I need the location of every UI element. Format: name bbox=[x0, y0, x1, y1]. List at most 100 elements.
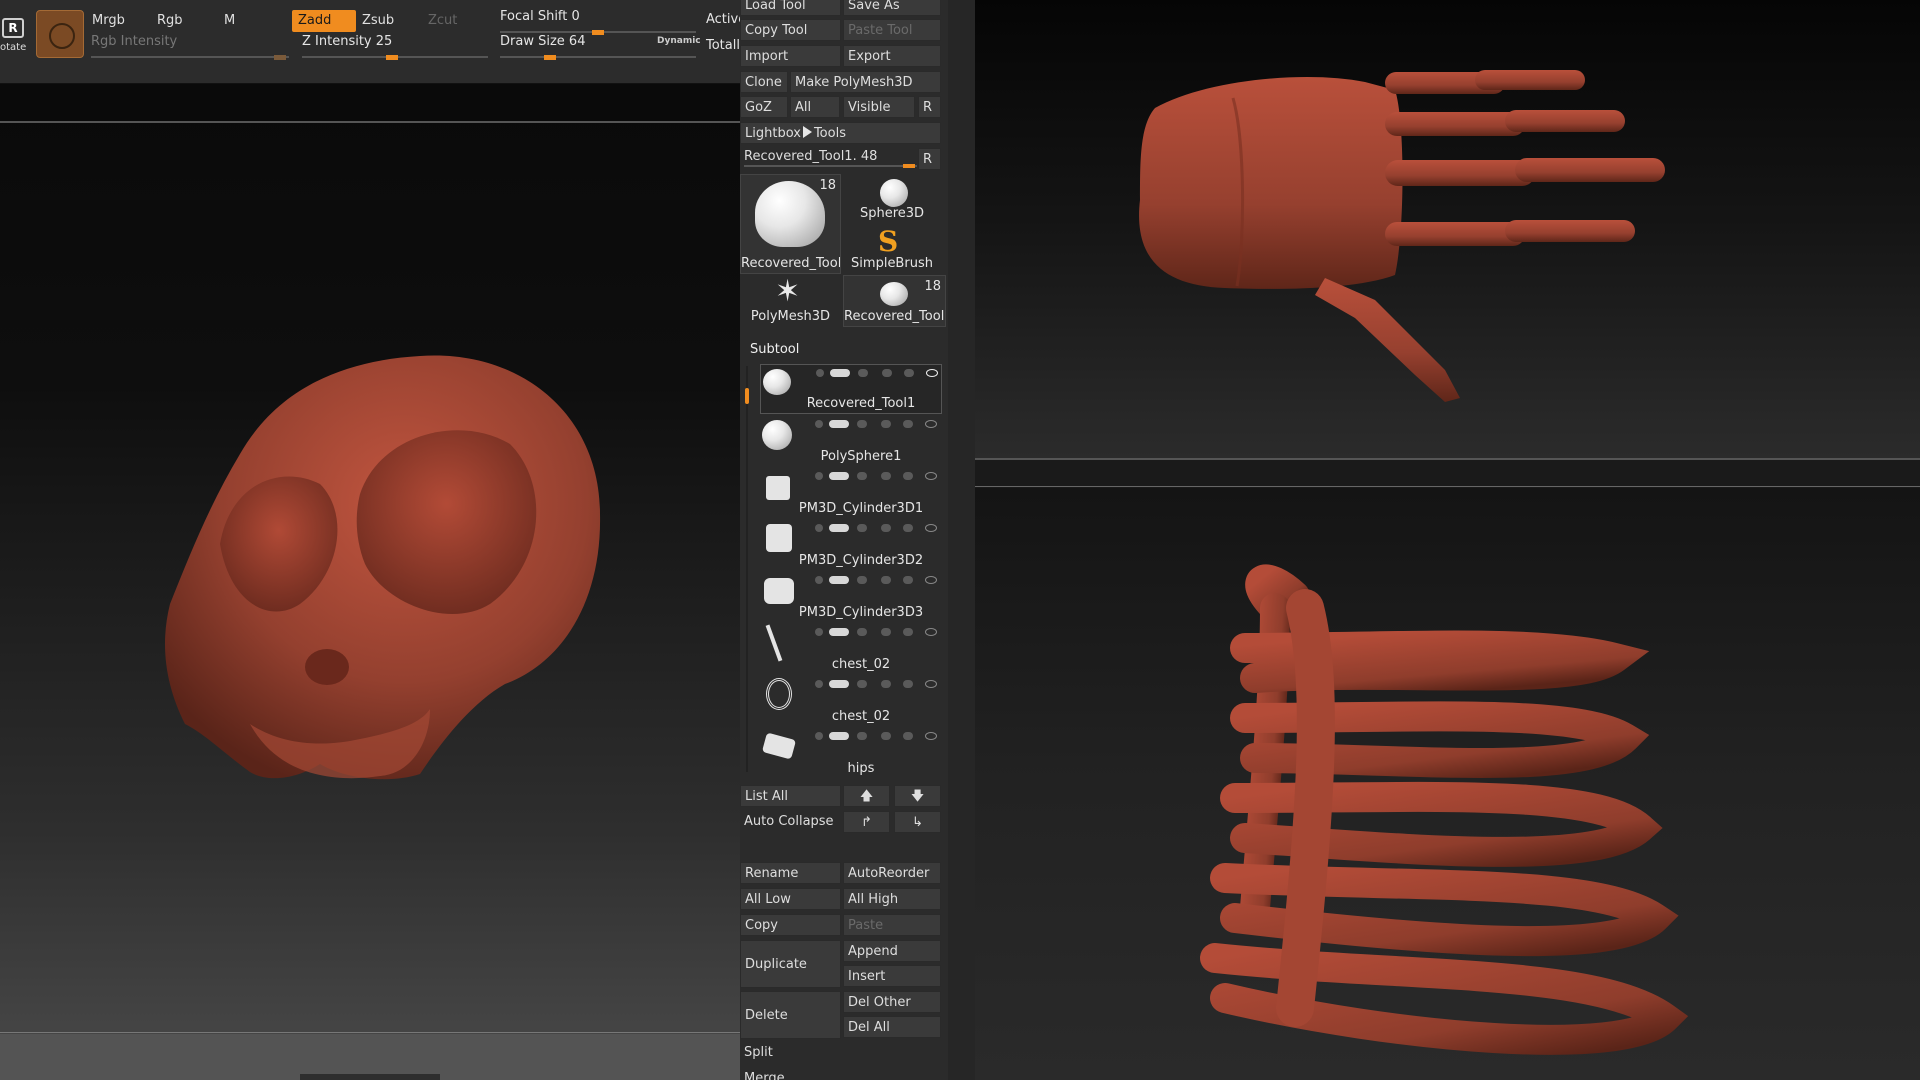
subtool-scrollbar[interactable] bbox=[746, 366, 748, 772]
lightbox-tools-button[interactable]: Lightbox Tools bbox=[740, 122, 941, 144]
subtool-item[interactable]: hips bbox=[760, 728, 942, 778]
mrgb-button[interactable]: Mrgb bbox=[86, 10, 148, 32]
auto-collapse-button[interactable]: Auto Collapse bbox=[740, 811, 841, 833]
rotate-label: otate bbox=[0, 42, 27, 53]
clone-button[interactable]: Clone bbox=[740, 71, 788, 93]
goz-visible-button[interactable]: Visible bbox=[843, 96, 915, 118]
goz-r-button[interactable]: R bbox=[918, 96, 941, 118]
focal-shift-slider[interactable]: Focal Shift 0 bbox=[500, 9, 696, 35]
split-button[interactable]: Split bbox=[740, 1042, 941, 1064]
top-toolbar: R otate Mrgb Rgb M Zadd Zsub Zcut Rgb In… bbox=[0, 0, 746, 84]
subtool-item[interactable]: PM3D_Cylinder3D1 bbox=[760, 468, 942, 518]
rotate-button[interactable]: R otate bbox=[0, 14, 28, 54]
subtool-item[interactable]: PolySphere1 bbox=[760, 416, 942, 466]
rgb-intensity-slider[interactable]: Rgb Intensity bbox=[91, 34, 289, 60]
simplebrush-icon: S bbox=[878, 225, 899, 258]
save-as-button[interactable]: Save As bbox=[843, 0, 941, 16]
rgb-button[interactable]: Rgb bbox=[151, 10, 213, 32]
zadd-button[interactable]: Zadd bbox=[292, 10, 356, 32]
delete-button[interactable]: Delete bbox=[740, 991, 841, 1039]
subtool-item[interactable]: PM3D_Cylinder3D2 bbox=[760, 520, 942, 570]
insert-button[interactable]: Insert bbox=[843, 965, 941, 987]
thumb-label: PolyMesh3D bbox=[750, 309, 831, 324]
cylinder-subtool-icon bbox=[764, 578, 794, 604]
hand-model bbox=[1139, 70, 1665, 402]
draw-size-knob[interactable] bbox=[544, 55, 556, 60]
duplicate-button[interactable]: Duplicate bbox=[740, 940, 841, 988]
subtool-title[interactable]: Subtool bbox=[750, 342, 799, 357]
subtool-item-label: PM3D_Cylinder3D3 bbox=[798, 605, 924, 620]
move-down-button[interactable]: 🡇 bbox=[894, 785, 941, 807]
cylinder-subtool-icon bbox=[766, 476, 790, 500]
arrow-down-icon: 🡇 bbox=[910, 789, 925, 804]
ribcage-subtool-icon bbox=[766, 678, 792, 710]
subtool-item[interactable]: chest_02 bbox=[760, 676, 942, 726]
subtool-item[interactable]: PM3D_Cylinder3D3 bbox=[760, 572, 942, 622]
move-up-button[interactable]: 🡅 bbox=[843, 785, 890, 807]
export-button[interactable]: Export bbox=[843, 45, 941, 67]
append-button[interactable]: Append bbox=[843, 940, 941, 962]
del-other-button[interactable]: Del Other bbox=[843, 991, 941, 1013]
paste-subtool-button[interactable]: Paste bbox=[843, 914, 941, 936]
subtool-item-label: PolySphere1 bbox=[820, 449, 902, 464]
canvas-viewport-skull[interactable] bbox=[0, 84, 740, 1080]
load-tool-button[interactable]: Load Tool bbox=[740, 0, 841, 16]
current-tool-slider-knob[interactable] bbox=[903, 164, 915, 168]
arrow-down-right-button[interactable]: ↳ bbox=[894, 811, 941, 833]
subtool-item[interactable]: chest_02 bbox=[760, 624, 942, 674]
all-low-button[interactable]: All Low bbox=[740, 888, 841, 910]
tool-thumb-sphere3d[interactable]: Sphere3D bbox=[843, 174, 941, 224]
goz-all-button[interactable]: All bbox=[790, 96, 840, 118]
arrow-up-icon: 🡅 bbox=[859, 789, 874, 804]
subtool-toggles[interactable] bbox=[815, 626, 941, 638]
current-brush-icon[interactable] bbox=[36, 10, 84, 58]
goz-button[interactable]: GoZ bbox=[740, 96, 788, 118]
subtool-toggles[interactable] bbox=[815, 678, 941, 690]
hips-subtool-icon bbox=[761, 732, 797, 760]
viewport-scroll-tab[interactable] bbox=[300, 1074, 440, 1080]
cylinder-subtool-icon bbox=[766, 524, 792, 552]
make-polymesh3d-button[interactable]: Make PolyMesh3D bbox=[790, 71, 941, 93]
import-button[interactable]: Import bbox=[740, 45, 841, 67]
subtool-scroll-thumb[interactable] bbox=[745, 388, 749, 404]
subtool-item-label: chest_02 bbox=[831, 709, 891, 724]
subtool-toggles[interactable] bbox=[815, 418, 941, 430]
thumb-label: Recovered_Tool1 bbox=[741, 256, 840, 271]
subtool-toggles[interactable] bbox=[815, 730, 941, 742]
dynamic-toggle[interactable]: Dynamic bbox=[657, 36, 701, 46]
tool-thumb-recovered-tool1[interactable]: 18 Recovered_Tool1 bbox=[740, 174, 841, 274]
subtool-toggles[interactable] bbox=[815, 522, 941, 534]
z-intensity-slider[interactable]: Z Intensity 25 bbox=[302, 34, 488, 60]
copy-tool-button[interactable]: Copy Tool bbox=[740, 19, 841, 41]
draw-size-label: Draw Size bbox=[500, 34, 565, 49]
arrow-right-up-button[interactable]: ↱ bbox=[843, 811, 890, 833]
zsub-button[interactable]: Zsub bbox=[356, 10, 420, 32]
m-button[interactable]: M bbox=[218, 10, 282, 32]
star-icon: ✶ bbox=[775, 274, 801, 309]
bone-subtool-icon bbox=[765, 624, 783, 662]
tool-thumb-polymesh3d[interactable]: ✶ PolyMesh3D bbox=[740, 274, 841, 327]
merge-button[interactable]: Merge bbox=[740, 1068, 941, 1080]
tool-thumb-simplebrush[interactable]: S SimpleBrush bbox=[843, 224, 941, 274]
subtool-toggles[interactable] bbox=[815, 574, 941, 586]
all-high-button[interactable]: All High bbox=[843, 888, 941, 910]
del-all-button[interactable]: Del All bbox=[843, 1016, 941, 1038]
thumb-label: Sphere3D bbox=[859, 206, 925, 221]
paste-tool-button[interactable]: Paste Tool bbox=[843, 19, 941, 41]
subtool-item[interactable]: Recovered_Tool1 bbox=[760, 364, 942, 414]
subtool-toggles[interactable] bbox=[816, 367, 942, 379]
z-intensity-knob[interactable] bbox=[386, 55, 398, 60]
copy-subtool-button[interactable]: Copy bbox=[740, 914, 841, 936]
subtool-toggles[interactable] bbox=[815, 470, 941, 482]
rename-button[interactable]: Rename bbox=[740, 862, 841, 884]
canvas-viewport-hand[interactable] bbox=[975, 0, 1920, 458]
canvas-viewport-ribcage[interactable] bbox=[975, 488, 1920, 1080]
tool-thumb-recovered-tool1-small[interactable]: 18 Recovered_Tool1 bbox=[843, 275, 946, 327]
zcut-button[interactable]: Zcut bbox=[422, 10, 486, 32]
subtool-item-label: Recovered_Tool1 bbox=[806, 396, 916, 411]
current-tool-r-button[interactable]: R bbox=[918, 148, 941, 170]
play-arrow-icon bbox=[802, 126, 812, 138]
autoreorder-button[interactable]: AutoReorder bbox=[843, 862, 941, 884]
list-all-button[interactable]: List All bbox=[740, 785, 841, 807]
focal-shift-label: Focal Shift bbox=[500, 9, 568, 24]
